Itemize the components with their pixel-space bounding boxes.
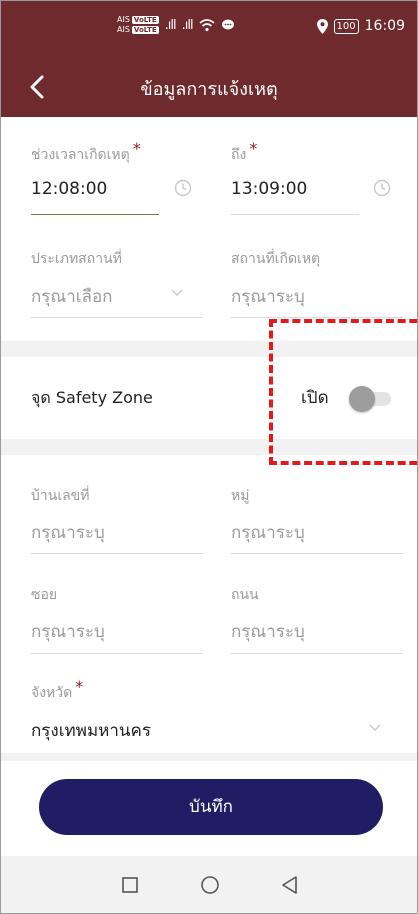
app-bar: ข้อมูลการแจ้งเหตุ bbox=[1, 57, 417, 117]
time-to-underline bbox=[231, 214, 359, 215]
status-right: 100 16:09 bbox=[316, 18, 405, 34]
status-left: AIS VoLTE AIS VoLTE .ıll .ıll bbox=[117, 15, 235, 35]
village-no-underline bbox=[231, 553, 403, 554]
app-screen: AIS VoLTE AIS VoLTE .ıll .ıll 100 16:09 ข้… bbox=[0, 0, 418, 914]
place-input[interactable]: กรุณาระบุ bbox=[231, 283, 305, 310]
village-no-input[interactable]: กรุณาระบุ bbox=[231, 519, 305, 546]
carrier-info: AIS VoLTE AIS VoLTE bbox=[117, 15, 159, 35]
required-mark: * bbox=[132, 139, 141, 158]
time-to-input[interactable]: 13:09:00 bbox=[231, 179, 307, 199]
soi-underline bbox=[31, 653, 203, 654]
house-no-label: บ้านเลขที่ bbox=[31, 488, 90, 504]
soi-label: ซอย bbox=[31, 587, 58, 603]
back-nav-icon[interactable] bbox=[277, 872, 303, 898]
soi-input[interactable]: กรุณาระบุ bbox=[31, 618, 105, 645]
time-from-underline bbox=[31, 214, 159, 215]
place-type-label: ประเภทสถานที่ bbox=[31, 251, 122, 267]
signal-2-icon: .ıll bbox=[181, 17, 194, 33]
navigation-bar bbox=[1, 856, 417, 913]
time-to-label: ถึง * bbox=[231, 139, 258, 163]
province-label: จังหวัด * bbox=[31, 677, 84, 701]
chat-icon bbox=[221, 19, 234, 30]
carrier-1: AIS bbox=[117, 15, 130, 24]
time-range-label: ช่วงเวลาเกิดเหตุ * bbox=[31, 139, 141, 163]
save-button[interactable]: บันทึก bbox=[39, 779, 383, 835]
page-title: ข้อมูลการแจ้งเหตุ bbox=[140, 79, 278, 100]
chevron-down-icon[interactable] bbox=[369, 724, 381, 732]
clock-icon[interactable] bbox=[174, 179, 192, 197]
house-no-underline bbox=[31, 553, 203, 554]
section-divider bbox=[1, 753, 417, 761]
required-mark: * bbox=[75, 677, 84, 696]
house-no-input[interactable]: กรุณาระบุ bbox=[31, 519, 105, 546]
recent-apps-icon[interactable] bbox=[117, 872, 143, 898]
place-label: สถานที่เกิดเหตุ bbox=[231, 251, 321, 267]
carrier-2: AIS bbox=[117, 25, 130, 34]
village-no-label: หมู่ bbox=[231, 488, 250, 504]
required-mark: * bbox=[249, 139, 258, 158]
volte-badge-1: VoLTE bbox=[131, 16, 159, 24]
time-from-input[interactable]: 12:08:00 bbox=[31, 179, 107, 199]
chevron-down-icon[interactable] bbox=[171, 289, 183, 297]
highlight-box bbox=[269, 319, 417, 465]
status-bar: AIS VoLTE AIS VoLTE .ıll .ıll 100 16:09 bbox=[1, 1, 417, 57]
road-label: ถนน bbox=[231, 587, 259, 603]
road-underline bbox=[231, 653, 403, 654]
location-icon bbox=[316, 18, 328, 34]
place-underline bbox=[231, 317, 403, 318]
signal-icon: .ıll bbox=[164, 17, 177, 33]
place-type-select[interactable]: กรุณาเลือก bbox=[31, 283, 112, 310]
road-input[interactable]: กรุณาระบุ bbox=[231, 618, 305, 645]
safety-zone-label: จุด Safety Zone bbox=[31, 388, 153, 407]
clock-icon[interactable] bbox=[373, 179, 391, 197]
clock-time: 16:09 bbox=[364, 18, 405, 34]
place-type-underline bbox=[31, 317, 203, 318]
volte-badge-2: VoLTE bbox=[131, 26, 159, 34]
province-select[interactable]: กรุงเทพมหานคร bbox=[31, 717, 151, 744]
wifi-icon bbox=[199, 19, 215, 32]
home-icon[interactable] bbox=[197, 872, 223, 898]
battery-icon: 100 bbox=[333, 18, 359, 34]
